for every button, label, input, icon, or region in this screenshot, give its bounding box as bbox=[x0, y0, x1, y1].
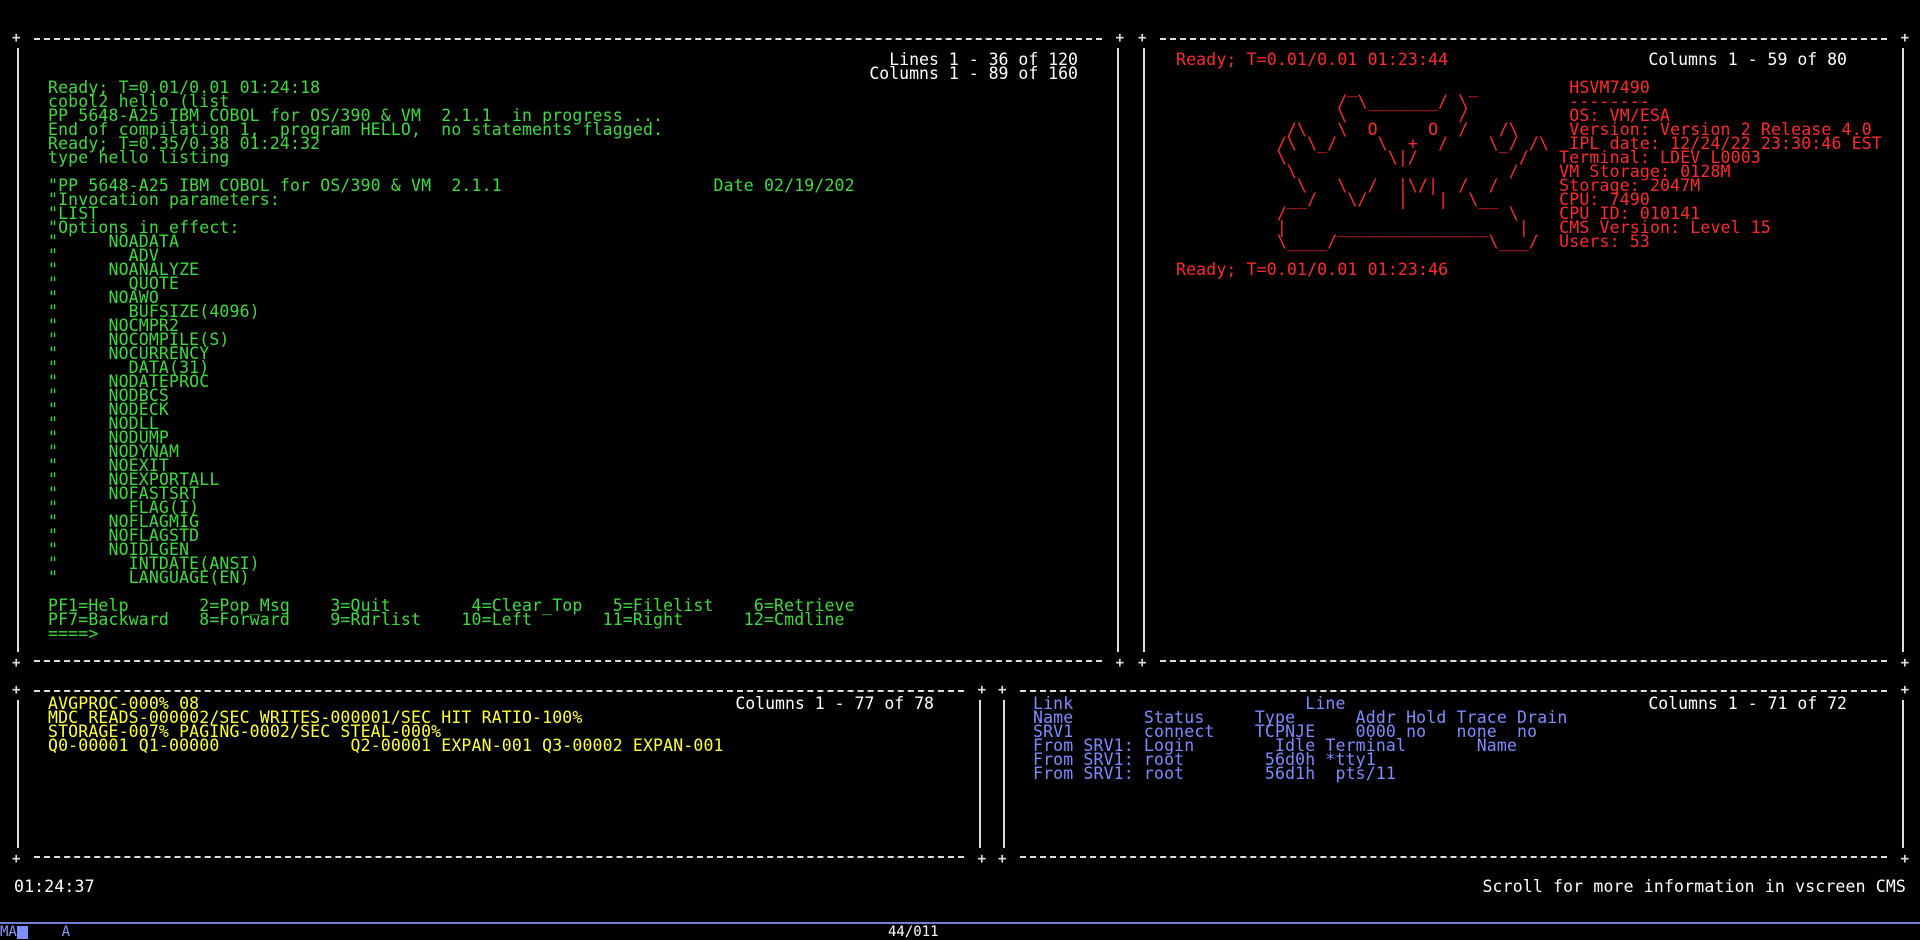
terminal-line: From SRV1: root 56d1h pts/11 bbox=[1033, 764, 1397, 783]
pane-corner: + bbox=[1138, 30, 1147, 46]
pane-top-left: + + + + Lines 1 - 36 of 120 Columns 1 - … bbox=[12, 31, 1124, 670]
pane-corner: + bbox=[12, 682, 21, 698]
terminal-line: " NODBCS bbox=[48, 386, 170, 405]
pane-corner: + bbox=[998, 682, 1007, 698]
link-status-output[interactable]: Link Line Name Status Type Addr Hold Trac… bbox=[1033, 695, 1567, 783]
scroll-message: Scroll for more information in vscreen C… bbox=[1482, 877, 1906, 896]
status-bar: MA A 44/011 bbox=[0, 922, 1920, 940]
pane-right-border bbox=[979, 700, 981, 848]
pane-right-border bbox=[1902, 700, 1904, 848]
pane-right-border bbox=[1902, 48, 1904, 652]
perf-monitor-output[interactable]: AVGPROC-000% 08 MDC READS-000002/SEC WRIT… bbox=[48, 695, 724, 755]
terminal-line: type hello listing bbox=[48, 148, 230, 167]
terminal-line: " NODATEPROC bbox=[48, 372, 210, 391]
pane-top-border bbox=[1020, 690, 1887, 692]
status-position: 44/011 bbox=[888, 924, 939, 940]
pane-corner: + bbox=[1900, 655, 1909, 671]
pane-left-border bbox=[1143, 48, 1145, 652]
terminal-line: Q0-00001 Q1-00000 Q2-00001 EXPAN-001 Q3-… bbox=[48, 736, 724, 755]
terminal-line: PF7=Backward 8=Forward 9=Rdrlist 10=Left… bbox=[48, 610, 845, 629]
pane-right-border bbox=[1117, 48, 1119, 652]
pane-top-right: + + + + Ready; T=0.01/0.01 01:23:44 Colu… bbox=[1138, 31, 1909, 670]
pane-corner: + bbox=[1138, 655, 1147, 671]
terminal-line: ====> bbox=[48, 624, 99, 643]
columns-indicator: Columns 1 - 59 of 80 bbox=[1648, 50, 1847, 69]
pane-top-border bbox=[34, 690, 964, 692]
terminal-line: " NODECK bbox=[48, 400, 170, 419]
terminal-line: " NODYNAM bbox=[48, 442, 180, 461]
pane-bottom-border bbox=[1020, 856, 1887, 858]
status-session: MA bbox=[0, 924, 17, 940]
pane-corner: + bbox=[998, 851, 1007, 867]
pane-corner: + bbox=[12, 851, 21, 867]
pane-left-border bbox=[17, 700, 19, 848]
pane-corner: + bbox=[1900, 851, 1909, 867]
terminal-line: " QUOTE bbox=[48, 274, 180, 293]
terminal-line: " NOADATA bbox=[48, 232, 180, 251]
columns-indicator: Columns 1 - 77 of 78 bbox=[735, 694, 934, 713]
terminal-line: " LANGUAGE(EN) bbox=[48, 568, 250, 587]
pane-top-border bbox=[1160, 38, 1887, 40]
ready-line: Ready; T=0.01/0.01 01:23:44 bbox=[1176, 50, 1449, 69]
status-mode: A bbox=[61, 924, 71, 940]
pane-bottom-right: + + + + Columns 1 - 71 of 72 Link Line Na… bbox=[998, 683, 1909, 866]
terminal-line: Ready; T=0.01/0.01 01:23:46 bbox=[1176, 260, 1449, 279]
pane-corner: + bbox=[1115, 655, 1124, 671]
pane-bottom-border bbox=[34, 856, 964, 858]
terminal-line: " NODLL bbox=[48, 414, 159, 433]
pane-bottom-border bbox=[34, 660, 1102, 662]
pane-corner: + bbox=[1900, 682, 1909, 698]
pane-bottom-border bbox=[1160, 660, 1887, 662]
status-left: MA A bbox=[0, 924, 70, 940]
pane-corner: + bbox=[977, 682, 986, 698]
clock: 01:24:37 bbox=[14, 877, 95, 896]
terminal-line: \____/ \___/ Users: 53 bbox=[1176, 232, 1650, 251]
cursor-block bbox=[16, 925, 28, 939]
pane-corner: + bbox=[977, 851, 986, 867]
pane-left-border bbox=[1003, 700, 1005, 848]
system-info-output[interactable]: _ _ HSVM7490 / \_______/ \ -------- \ / … bbox=[1176, 79, 1882, 279]
pane-corner: + bbox=[1115, 30, 1124, 46]
columns-indicator: Columns 1 - 71 of 72 bbox=[1648, 694, 1847, 713]
columns-indicator: Columns 1 - 89 of 160 bbox=[869, 64, 1078, 83]
pane-corner: + bbox=[12, 30, 21, 46]
pane-bottom-left: + + + + Columns 1 - 77 of 78 AVGPROC-000… bbox=[12, 683, 986, 866]
pane-left-border bbox=[17, 48, 19, 652]
pane-corner: + bbox=[12, 655, 21, 671]
terminal-output[interactable]: Ready; T=0.01/0.01 01:24:18 cobol2 hello … bbox=[48, 79, 855, 643]
terminal-line: "Invocation parameters: bbox=[48, 190, 280, 209]
pane-top-border bbox=[34, 38, 1102, 40]
pane-corner: + bbox=[1900, 30, 1909, 46]
